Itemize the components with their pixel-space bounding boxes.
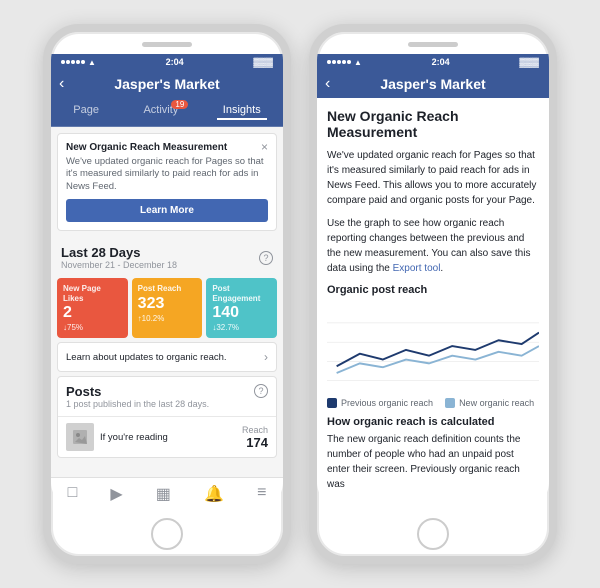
how-section-title: How organic reach is calculated [327, 416, 539, 428]
stat-card-reach: Post Reach 323 ↑10.2% [132, 278, 203, 338]
chart-label: Organic post reach [327, 284, 539, 296]
stat-value-engagement: 140 [212, 305, 271, 321]
posts-title-area: Posts 1 post published in the last 28 da… [66, 384, 209, 409]
detail-title: New Organic Reach Measurement [327, 108, 539, 140]
left-phone-inner: ▲ 2:04 ▓▓▓ ‹ Jasper's Market Page Activi… [51, 54, 283, 510]
notification-box: New Organic Reach Measurement We've upda… [57, 133, 277, 231]
post-image-icon [73, 430, 87, 444]
status-bar-right: ▲ 2:04 ▓▓▓ [317, 54, 549, 70]
bottom-nav-left: □ ▶ ▦ 🔔 ≡ [51, 477, 283, 510]
activity-badge: 19 [171, 100, 188, 109]
stats-row: New Page Likes 2 ↓75% Post Reach 323 ↑10… [57, 278, 277, 338]
post-row[interactable]: If you're reading Reach 174 [58, 417, 276, 457]
status-right-right: ▓▓▓ [519, 57, 539, 67]
export-tool-link[interactable]: Export tool [393, 263, 441, 274]
organic-reach-link[interactable]: Learn about updates to organic reach. › [57, 342, 277, 372]
nav-bar-right: ‹ Jasper's Market [317, 70, 549, 98]
stat-label-likes: New Page Likes [63, 284, 122, 303]
close-button[interactable]: × [261, 140, 268, 154]
status-bar-left: ▲ 2:04 ▓▓▓ [51, 54, 283, 70]
legend-label-previous: Previous organic reach [341, 398, 433, 408]
status-time-left: 2:04 [166, 57, 184, 67]
post-reach-value: 174 [242, 435, 268, 450]
legend-dot-previous [327, 398, 337, 408]
legend-label-new: New organic reach [459, 398, 534, 408]
home-button-left[interactable] [151, 518, 183, 550]
posts-help-icon[interactable]: ? [254, 384, 268, 398]
stat-value-reach: 323 [138, 296, 197, 312]
stat-card-engagement: Post Engagement 140 ↓32.7% [206, 278, 277, 338]
posts-header: Posts 1 post published in the last 28 da… [58, 377, 276, 417]
battery-icon: ▓▓▓ [253, 57, 273, 67]
stats-section-title-area: Last 28 Days November 21 - December 18 [61, 245, 177, 270]
chevron-right-icon: › [264, 350, 268, 364]
battery-icon-right: ▓▓▓ [519, 57, 539, 67]
detail-para-2: Use the graph to see how organic reach r… [327, 216, 539, 276]
post-thumbnail [66, 423, 94, 451]
stat-change-engagement: ↓32.7% [212, 323, 271, 332]
posts-section: Posts 1 post published in the last 28 da… [57, 376, 277, 458]
organic-reach-chart [327, 302, 539, 392]
chart-area [327, 302, 539, 392]
stat-value-likes: 2 [63, 305, 122, 321]
nav-bar-left: ‹ Jasper's Market [51, 70, 283, 98]
status-left-right: ▲ [327, 58, 362, 67]
status-time-right: 2:04 [432, 57, 450, 67]
back-button-left[interactable]: ‹ [59, 75, 64, 93]
organic-reach-text: Learn about updates to organic reach. [66, 352, 227, 363]
tab-bar-left: Page Activity 19 Insights [51, 98, 283, 127]
post-reach-area: Reach 174 [242, 425, 268, 450]
tab-insights[interactable]: Insights [217, 102, 267, 120]
page-nav-icon[interactable]: □ [68, 484, 78, 504]
stats-section-title: Last 28 Days [61, 245, 177, 260]
detail-para-1: We've updated organic reach for Pages so… [327, 148, 539, 208]
notification-title: New Organic Reach Measurement [66, 142, 268, 153]
nav-title-right: Jasper's Market [380, 76, 485, 92]
phones-container: ▲ 2:04 ▓▓▓ ‹ Jasper's Market Page Activi… [23, 4, 577, 584]
stat-label-engagement: Post Engagement [212, 284, 271, 303]
posts-subtitle: 1 post published in the last 28 days. [66, 399, 209, 409]
back-button-right[interactable]: ‹ [325, 75, 330, 93]
stats-help-icon[interactable]: ? [259, 251, 273, 265]
video-nav-icon[interactable]: ▶ [110, 484, 122, 504]
how-section-text: The new organic reach definition counts … [327, 432, 539, 492]
detail-content: New Organic Reach Measurement We've upda… [317, 98, 549, 510]
post-text: If you're reading [100, 432, 236, 443]
posts-title: Posts [66, 384, 209, 399]
signal-icon-right [327, 60, 351, 64]
home-button-right[interactable] [417, 518, 449, 550]
signal-icon [61, 60, 85, 64]
legend-new: New organic reach [445, 398, 534, 408]
stats-section-subtitle: November 21 - December 18 [61, 260, 177, 270]
learn-more-button[interactable]: Learn More [66, 199, 268, 222]
status-left: ▲ [61, 58, 96, 67]
wifi-icon-right: ▲ [354, 58, 362, 67]
stats-section-header: Last 28 Days November 21 - December 18 ? [51, 237, 283, 274]
post-reach-label: Reach [242, 425, 268, 435]
chart-legend: Previous organic reach New organic reach [327, 398, 539, 408]
tab-page[interactable]: Page [67, 102, 105, 120]
stat-label-reach: Post Reach [138, 284, 197, 294]
legend-dot-new [445, 398, 455, 408]
wifi-icon: ▲ [88, 58, 96, 67]
left-content: New Organic Reach Measurement We've upda… [51, 127, 283, 477]
status-right-left: ▓▓▓ [253, 57, 273, 67]
tab-activity[interactable]: Activity 19 [137, 102, 184, 120]
bell-nav-icon[interactable]: 🔔 [204, 484, 224, 504]
legend-previous: Previous organic reach [327, 398, 433, 408]
calendar-nav-icon[interactable]: ▦ [156, 484, 171, 504]
menu-nav-icon[interactable]: ≡ [257, 484, 266, 504]
stat-change-likes: ↓75% [63, 323, 122, 332]
stat-card-likes: New Page Likes 2 ↓75% [57, 278, 128, 338]
right-phone: ▲ 2:04 ▓▓▓ ‹ Jasper's Market New Organic… [309, 24, 557, 564]
right-phone-inner: ▲ 2:04 ▓▓▓ ‹ Jasper's Market New Organic… [317, 54, 549, 510]
notification-text: We've updated organic reach for Pages so… [66, 156, 268, 193]
left-phone: ▲ 2:04 ▓▓▓ ‹ Jasper's Market Page Activi… [43, 24, 291, 564]
stat-change-reach: ↑10.2% [138, 314, 197, 323]
nav-title-left: Jasper's Market [114, 76, 219, 92]
